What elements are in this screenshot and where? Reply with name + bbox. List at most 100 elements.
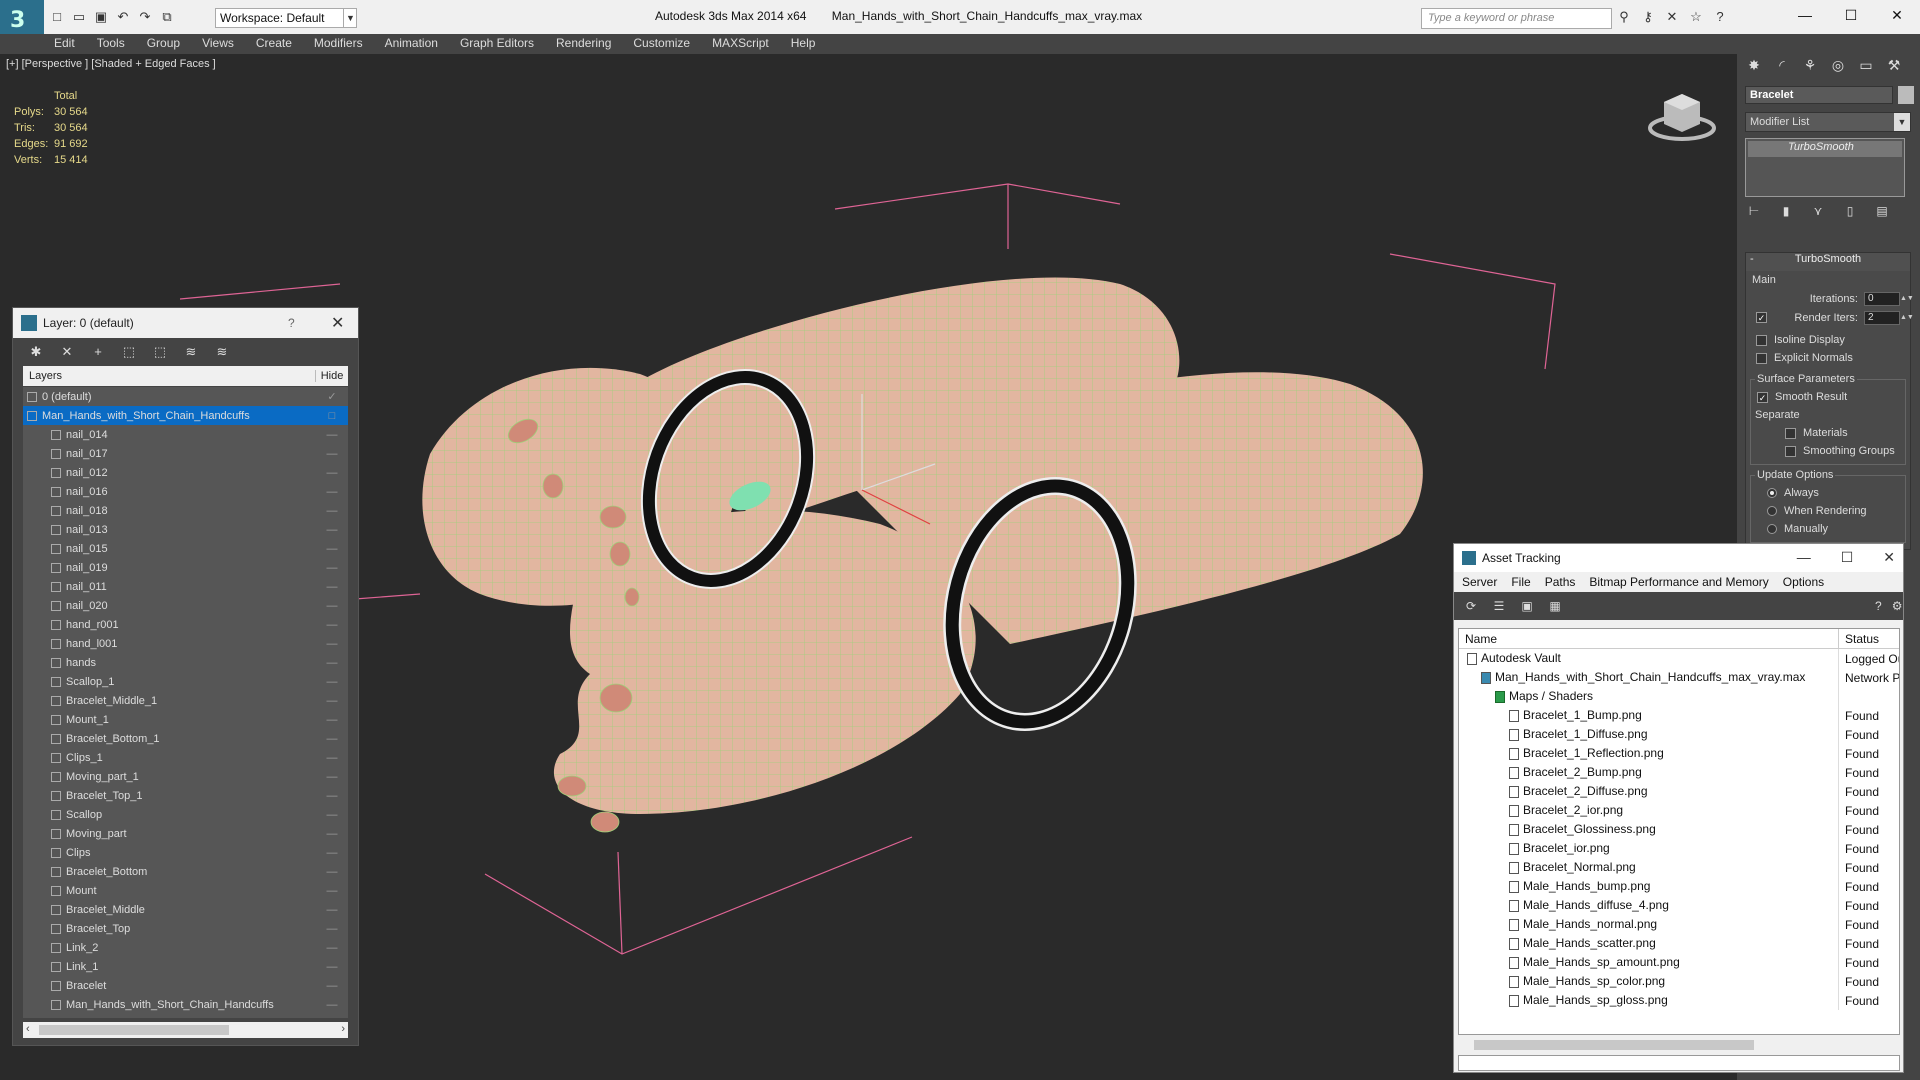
materials-checkbox[interactable] — [1785, 427, 1796, 439]
object-row[interactable]: Bracelet_Middle_1 — — [23, 691, 348, 710]
asset-row[interactable]: Bracelet_2_ior.png Found — [1459, 801, 1899, 820]
col-layers[interactable]: Layers — [23, 370, 316, 382]
viewport-label[interactable]: [+] [Perspective ] [Shaded + Edged Faces… — [6, 58, 216, 70]
hide-toggle[interactable]: — — [316, 543, 348, 555]
hide-toggle[interactable]: — — [316, 733, 348, 745]
always-radio[interactable] — [1767, 488, 1777, 498]
object-row[interactable]: Mount_1 — — [23, 710, 348, 729]
chevron-right-icon[interactable]: › — [341, 1023, 345, 1035]
asset-row[interactable]: Male_Hands_scatter.png Found — [1459, 934, 1899, 953]
menu-maxscript[interactable]: MAXScript — [712, 34, 769, 53]
asset-tracking-titlebar[interactable]: Asset Tracking — ☐ ✕ — [1454, 544, 1903, 572]
asset-hscrollbar[interactable] — [1458, 1037, 1900, 1053]
hide-toggle[interactable]: — — [316, 999, 348, 1011]
search-input[interactable]: Type a keyword or phrase — [1421, 8, 1612, 29]
object-row[interactable]: Scallop_1 — — [23, 672, 348, 691]
add-to-layer-icon[interactable]: + — [90, 344, 106, 360]
asset-row[interactable]: Male_Hands_bump.png Found — [1459, 877, 1899, 896]
list-view-icon[interactable]: ☰ — [1490, 597, 1508, 615]
hide-toggle[interactable]: — — [316, 771, 348, 783]
open-file-icon[interactable]: ▭ — [70, 8, 88, 26]
close-icon[interactable]: ✕ — [1883, 549, 1895, 566]
hide-toggle[interactable]: — — [316, 505, 348, 517]
object-row[interactable]: nail_020 — — [23, 596, 348, 615]
save-file-icon[interactable]: ▣ — [92, 8, 110, 26]
asset-row[interactable]: Man_Hands_with_Short_Chain_Handcuffs_max… — [1459, 668, 1899, 687]
hide-toggle[interactable]: — — [316, 714, 348, 726]
object-color-swatch[interactable] — [1898, 86, 1914, 104]
settings-icon[interactable]: ⚙ — [1892, 597, 1903, 615]
layer-list[interactable]: 0 (default) ✓ Man_Hands_with_Short_Chain_H… — [23, 387, 348, 1018]
checkmark-icon[interactable]: ✓ — [316, 390, 348, 403]
hide-toggle[interactable]: — — [316, 790, 348, 802]
object-row[interactable]: Bracelet_Bottom — — [23, 862, 348, 881]
hide-toggle[interactable]: — — [316, 619, 348, 631]
menu-options[interactable]: Options — [1783, 575, 1824, 589]
object-row[interactable]: Bracelet_Top_1 — — [23, 786, 348, 805]
object-row[interactable]: Scallop — — [23, 805, 348, 824]
manually-radio[interactable] — [1767, 524, 1777, 534]
hide-toggle[interactable]: — — [316, 923, 348, 935]
show-end-result-icon[interactable]: ▮ — [1777, 204, 1795, 222]
chevron-down-icon[interactable]: ▼ — [343, 8, 357, 28]
object-row[interactable]: Moving_part_1 — — [23, 767, 348, 786]
hide-toggle[interactable]: □ — [316, 410, 348, 422]
object-name-field[interactable]: Bracelet — [1745, 86, 1893, 104]
object-row[interactable]: Bracelet — — [23, 976, 348, 995]
close-icon[interactable]: ✕ — [1874, 0, 1920, 30]
hide-toggle[interactable]: — — [316, 752, 348, 764]
menu-views[interactable]: Views — [202, 34, 234, 53]
asset-row[interactable]: Male_Hands_sp_color.png Found — [1459, 972, 1899, 991]
asset-row[interactable]: Male_Hands_normal.png Found — [1459, 915, 1899, 934]
menu-file[interactable]: File — [1511, 575, 1530, 589]
asset-row[interactable]: Bracelet_Glossiness.png Found — [1459, 820, 1899, 839]
utilities-tab-icon[interactable]: ⚒ — [1883, 57, 1905, 77]
object-row[interactable]: Bracelet_Bottom_1 — — [23, 729, 348, 748]
key-icon[interactable]: ⚷ — [1640, 9, 1656, 25]
menu-help[interactable]: Help — [791, 34, 816, 53]
hide-toggle[interactable]: — — [316, 429, 348, 441]
hide-toggle[interactable]: — — [316, 467, 348, 479]
undo-icon[interactable]: ↶ — [114, 8, 132, 26]
scrollbar-thumb[interactable] — [39, 1025, 229, 1035]
object-row[interactable]: nail_018 — — [23, 501, 348, 520]
remove-modifier-icon[interactable]: ▯ — [1841, 204, 1859, 222]
hide-toggle[interactable]: — — [316, 524, 348, 536]
asset-row[interactable]: Bracelet_2_Bump.png Found — [1459, 763, 1899, 782]
maximize-icon[interactable]: ☐ — [1828, 0, 1874, 30]
hide-toggle[interactable]: — — [316, 809, 348, 821]
modifier-list-select[interactable]: Modifier List ▼ — [1745, 112, 1911, 132]
asset-row[interactable]: Bracelet_1_Diffuse.png Found — [1459, 725, 1899, 744]
menu-server[interactable]: Server — [1462, 575, 1497, 589]
minimize-icon[interactable]: — — [1797, 549, 1811, 566]
menu-create[interactable]: Create — [256, 34, 292, 53]
hide-toggle[interactable]: — — [316, 600, 348, 612]
make-unique-icon[interactable]: ⋎ — [1809, 204, 1827, 222]
when-rendering-radio[interactable] — [1767, 506, 1777, 516]
hide-toggle[interactable]: — — [316, 904, 348, 916]
object-row[interactable]: nail_019 — — [23, 558, 348, 577]
modify-tab-icon[interactable]: ◜ — [1771, 57, 1793, 77]
asset-row[interactable]: Male_Hands_diffuse_4.png Found — [1459, 896, 1899, 915]
spinner-icon[interactable]: ▲▼ — [1900, 314, 1914, 321]
chevron-left-icon[interactable]: ‹ — [26, 1023, 30, 1035]
hide-toggle[interactable]: — — [316, 448, 348, 460]
asset-row[interactable]: Male_Hands_sp_gloss.png Found — [1459, 991, 1899, 1010]
menu-group[interactable]: Group — [147, 34, 180, 53]
close-icon[interactable]: ✕ — [331, 313, 344, 333]
pin-stack-icon[interactable]: ⊢ — [1745, 204, 1763, 222]
object-row[interactable]: nail_012 — — [23, 463, 348, 482]
col-hide[interactable]: Hide — [316, 370, 348, 382]
object-row[interactable]: nail_015 — — [23, 539, 348, 558]
object-row[interactable]: nail_016 — — [23, 482, 348, 501]
hide-toggle[interactable]: — — [316, 847, 348, 859]
refresh-icon[interactable]: ⟳ — [1462, 597, 1480, 615]
isoline-checkbox[interactable] — [1756, 334, 1767, 346]
hide-toggle[interactable]: — — [316, 980, 348, 992]
chevron-down-icon[interactable]: ▼ — [1894, 113, 1910, 131]
hide-toggle[interactable]: — — [316, 562, 348, 574]
select-objects-icon[interactable]: ⬚ — [121, 344, 137, 360]
object-row[interactable]: Link_1 — — [23, 957, 348, 976]
hide-toggle[interactable]: — — [316, 581, 348, 593]
new-file-icon[interactable]: □ — [48, 8, 66, 26]
